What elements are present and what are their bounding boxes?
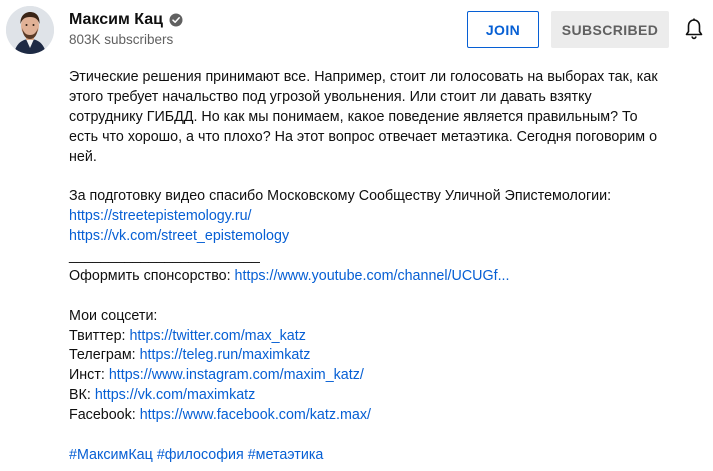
- join-button[interactable]: JOIN: [467, 11, 539, 48]
- description-text-line: этого требует начальство под угрозой уво…: [69, 88, 592, 105]
- socials-heading: Мои соцсети:: [69, 307, 158, 324]
- streetepistemology-link[interactable]: https://streetepistemology.ru/: [69, 208, 252, 224]
- instagram-link[interactable]: https://www.instagram.com/maxim_katz/: [109, 367, 364, 383]
- vk-street-epistemology-link[interactable]: https://vk.com/street_epistemology: [69, 228, 289, 244]
- description-text-line: ней.: [69, 148, 97, 165]
- channel-avatar[interactable]: [6, 6, 54, 54]
- separator-line: ________________________: [69, 248, 260, 265]
- thanks-text: За подготовку видео спасибо Московскому …: [69, 188, 612, 205]
- subscribed-button[interactable]: SUBSCRIBED: [551, 11, 669, 48]
- facebook-link[interactable]: https://www.facebook.com/katz.max/: [140, 407, 371, 423]
- subscriber-count: 803K subscribers: [69, 32, 174, 47]
- sponsor-label: Оформить спонсорство:: [69, 267, 235, 284]
- verified-check-icon: [169, 13, 183, 27]
- hashtag-link[interactable]: #МаксимКац: [69, 447, 153, 463]
- bell-icon[interactable]: [682, 17, 706, 41]
- telegram-label: Телеграм:: [69, 347, 140, 364]
- facebook-label: Facebook:: [69, 407, 140, 424]
- description-text-line: сотруднику ГИБДД. Но как мы понимаем, ка…: [69, 108, 638, 125]
- channel-name-text[interactable]: Максим Кац: [69, 11, 163, 29]
- twitter-link[interactable]: https://twitter.com/max_katz: [129, 328, 305, 344]
- description-text-line: есть что хорошо, а что плохо? На этот во…: [69, 128, 658, 145]
- avatar-portrait-image: [6, 6, 54, 54]
- vk-label: ВК:: [69, 387, 95, 404]
- hashtag-link[interactable]: #философия: [157, 447, 244, 463]
- instagram-label: Инст:: [69, 367, 109, 384]
- telegram-link[interactable]: https://teleg.run/maximkatz: [140, 347, 311, 363]
- video-description: Этические решения принимают все. Наприме…: [69, 68, 699, 466]
- vk-link[interactable]: https://vk.com/maximkatz: [95, 387, 255, 403]
- description-text-line: Этические решения принимают все. Наприме…: [69, 69, 658, 85]
- sponsor-link[interactable]: https://www.youtube.com/channel/UCUGf...: [235, 268, 510, 284]
- hashtag-link[interactable]: #метаэтика: [248, 447, 324, 463]
- twitter-label: Твиттер:: [69, 327, 130, 344]
- channel-name[interactable]: Максим Кац: [69, 11, 183, 29]
